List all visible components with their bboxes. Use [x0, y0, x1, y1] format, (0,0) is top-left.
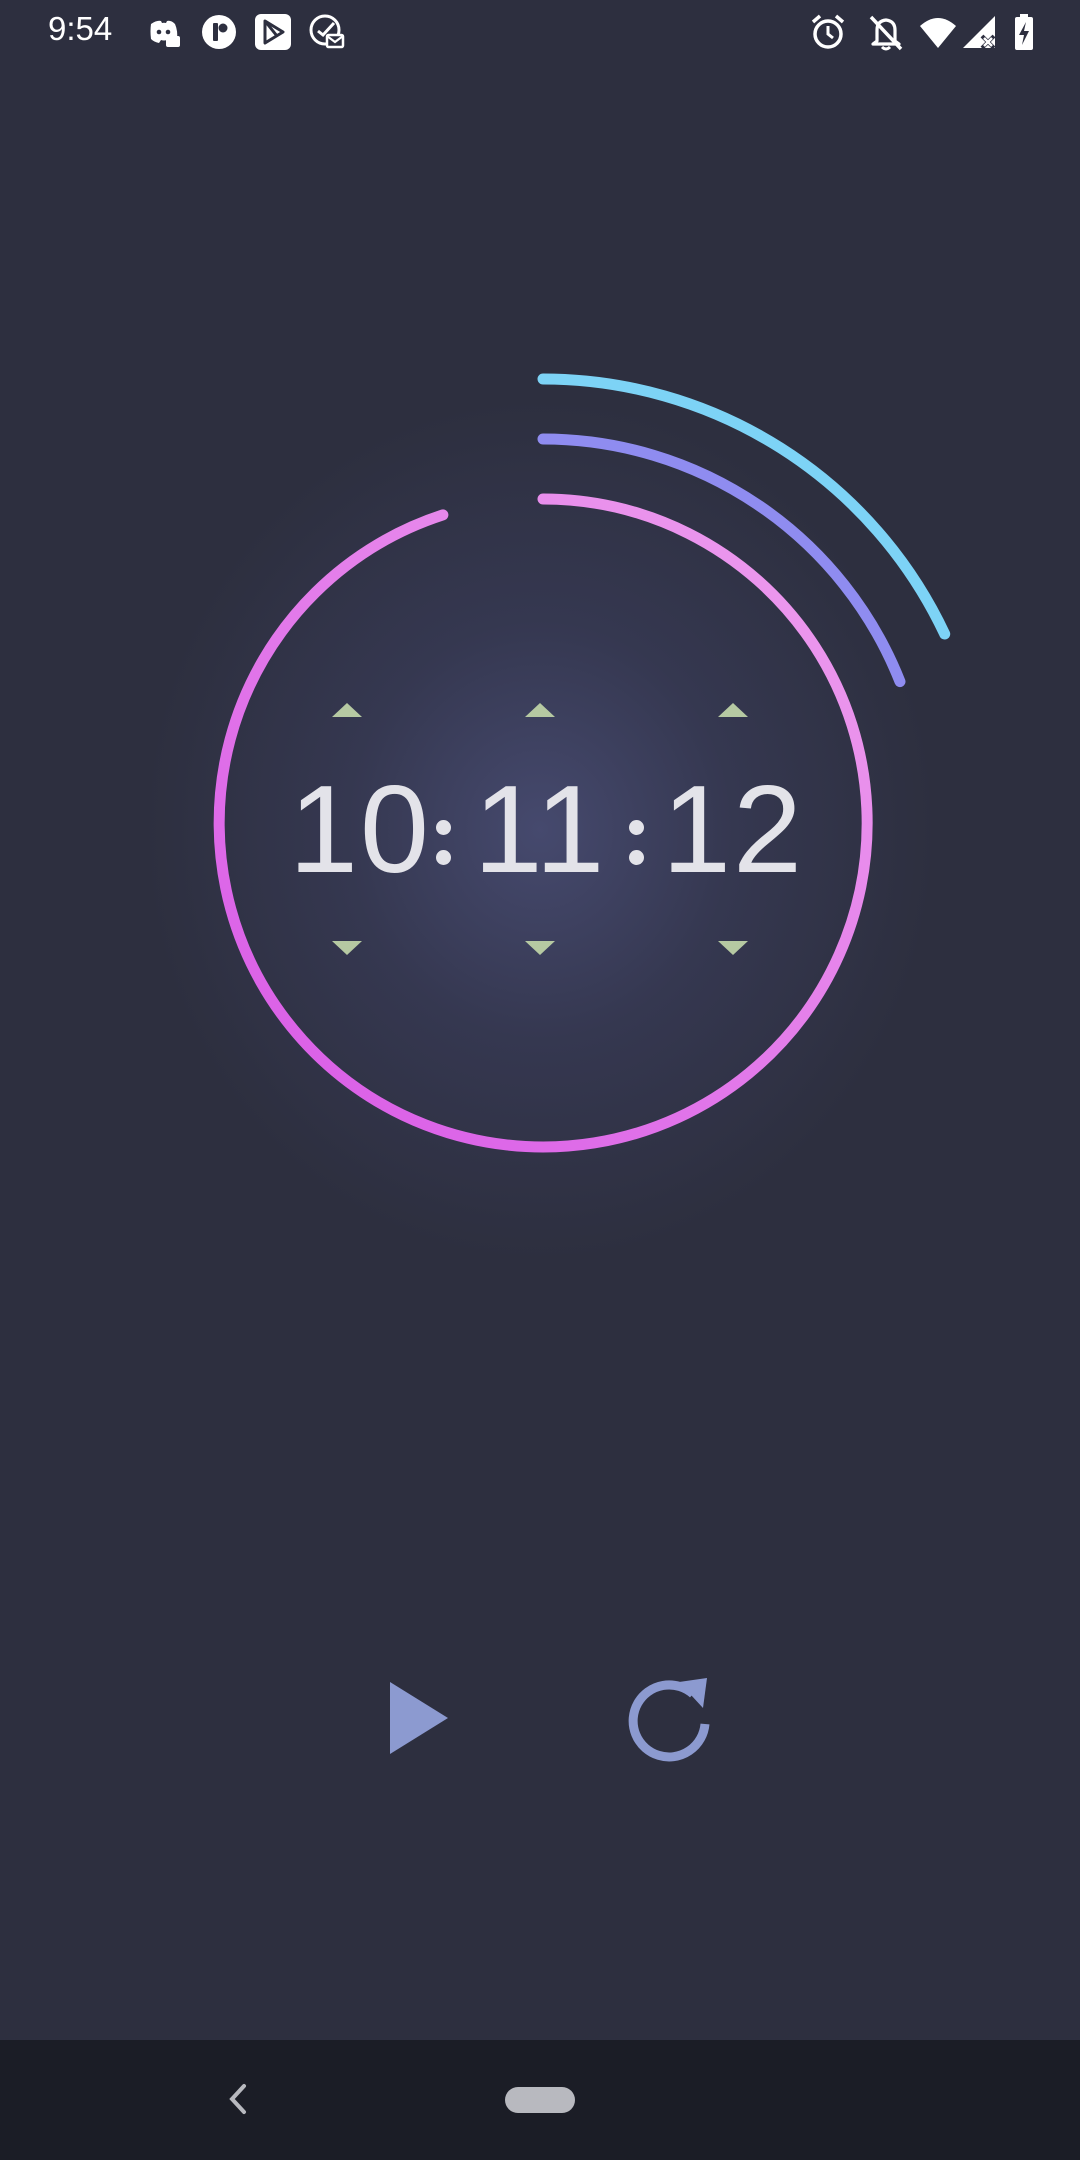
- hours-decrement-button[interactable]: [317, 928, 377, 968]
- chevron-up-icon: [525, 703, 555, 717]
- seconds-decrement-button[interactable]: [703, 928, 763, 968]
- separator-colon: [629, 820, 645, 880]
- hours-value[interactable]: 10: [285, 760, 435, 900]
- chevron-down-icon: [525, 941, 555, 955]
- reset-button[interactable]: [614, 1663, 724, 1773]
- chevron-up-icon: [718, 703, 748, 717]
- seconds-increment-button[interactable]: [703, 690, 763, 730]
- play-icon: [390, 1682, 448, 1754]
- minutes-increment-button[interactable]: [510, 690, 570, 730]
- seconds-value[interactable]: 12: [658, 760, 808, 900]
- chevron-down-icon: [718, 941, 748, 955]
- minutes-progress-ring: [537, 433, 906, 688]
- chevron-up-icon: [332, 703, 362, 717]
- chevron-down-icon: [332, 941, 362, 955]
- reset-icon: [628, 1678, 710, 1762]
- navigation-bar: [0, 2040, 1080, 2160]
- minutes-value[interactable]: 11: [465, 760, 615, 900]
- timer-progress-rings: [213, 373, 951, 1153]
- hours-increment-button[interactable]: [317, 690, 377, 730]
- home-pill[interactable]: [505, 2087, 575, 2113]
- minutes-decrement-button[interactable]: [510, 928, 570, 968]
- play-button[interactable]: [364, 1663, 474, 1773]
- timer-screen: 9:54 10 11 12: [0, 0, 1080, 2160]
- separator-colon: [436, 820, 452, 880]
- back-chevron-icon[interactable]: [218, 2074, 258, 2124]
